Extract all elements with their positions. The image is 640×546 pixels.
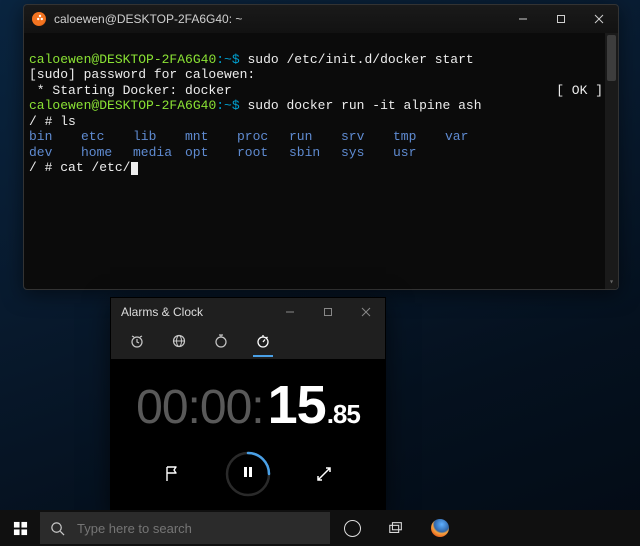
stopwatch-body: 00:00: 15 .85 xyxy=(111,359,385,512)
cortana-button[interactable] xyxy=(330,510,374,546)
clock-titlebar[interactable]: Alarms & Clock xyxy=(111,298,385,325)
tab-world-clock[interactable] xyxy=(169,327,189,357)
search-input[interactable] xyxy=(77,521,320,536)
terminal-line: [sudo] password for caloewen: xyxy=(29,67,255,82)
terminal-window: caloewen@DESKTOP-2FA6G40: ~ caloewen@DES… xyxy=(23,4,619,290)
time-centiseconds: .85 xyxy=(327,399,360,430)
terminal-line: sudo docker run -it alpine ash xyxy=(247,98,481,113)
circle-icon xyxy=(344,520,361,537)
pause-icon xyxy=(241,463,255,484)
pause-button[interactable] xyxy=(224,450,272,498)
terminal-line: sudo /etc/init.d/docker start xyxy=(247,52,473,67)
scroll-down-icon[interactable]: ▾ xyxy=(605,277,618,289)
task-view-icon xyxy=(388,520,404,536)
time-display: 00:00: 15 .85 xyxy=(136,374,360,436)
expand-button[interactable] xyxy=(312,462,336,486)
maximize-button[interactable] xyxy=(542,5,580,33)
scrollbar-thumb[interactable] xyxy=(607,35,616,81)
cursor-icon xyxy=(131,162,138,175)
browser-icon xyxy=(431,519,449,537)
tab-timer[interactable] xyxy=(211,327,231,357)
alarms-clock-window: Alarms & Clock 00:00: 15 .85 xyxy=(110,297,386,513)
start-button[interactable] xyxy=(0,510,40,546)
task-view-button[interactable] xyxy=(374,510,418,546)
clock-title: Alarms & Clock xyxy=(121,305,271,319)
search-icon xyxy=(50,521,65,536)
status-ok: [ OK ] xyxy=(556,83,603,99)
ls-row: devhomemediaoptrootsbinsysusr xyxy=(29,145,613,161)
time-seconds: 15 xyxy=(268,374,326,436)
maximize-button[interactable] xyxy=(309,298,347,325)
close-button[interactable] xyxy=(580,5,618,33)
taskbar xyxy=(0,510,640,546)
minimize-button[interactable] xyxy=(271,298,309,325)
terminal-title: caloewen@DESKTOP-2FA6G40: ~ xyxy=(54,12,504,26)
minimize-button[interactable] xyxy=(504,5,542,33)
time-hhmm: 00:00: xyxy=(136,380,263,435)
tab-stopwatch[interactable] xyxy=(253,327,273,357)
stopwatch-controls xyxy=(160,450,336,498)
tab-alarm[interactable] xyxy=(127,327,147,357)
scrollbar[interactable]: ▴ ▾ xyxy=(605,33,618,289)
prompt-user: caloewen xyxy=(29,52,91,67)
ubuntu-icon xyxy=(32,12,46,26)
taskbar-app-browser[interactable] xyxy=(418,510,462,546)
close-button[interactable] xyxy=(347,298,385,325)
terminal-titlebar[interactable]: caloewen@DESKTOP-2FA6G40: ~ xyxy=(24,5,618,33)
ls-row: binetclibmntprocrunsrvtmpvar xyxy=(29,129,613,145)
terminal-current-line: cat /etc/ xyxy=(60,160,130,175)
terminal-body[interactable]: caloewen@DESKTOP-2FA6G40:~$ sudo /etc/in… xyxy=(24,33,618,289)
search-box[interactable] xyxy=(40,512,330,544)
clock-tabs xyxy=(111,325,385,359)
terminal-line: * Starting Docker: docker xyxy=(29,83,232,98)
lap-button[interactable] xyxy=(160,462,184,486)
